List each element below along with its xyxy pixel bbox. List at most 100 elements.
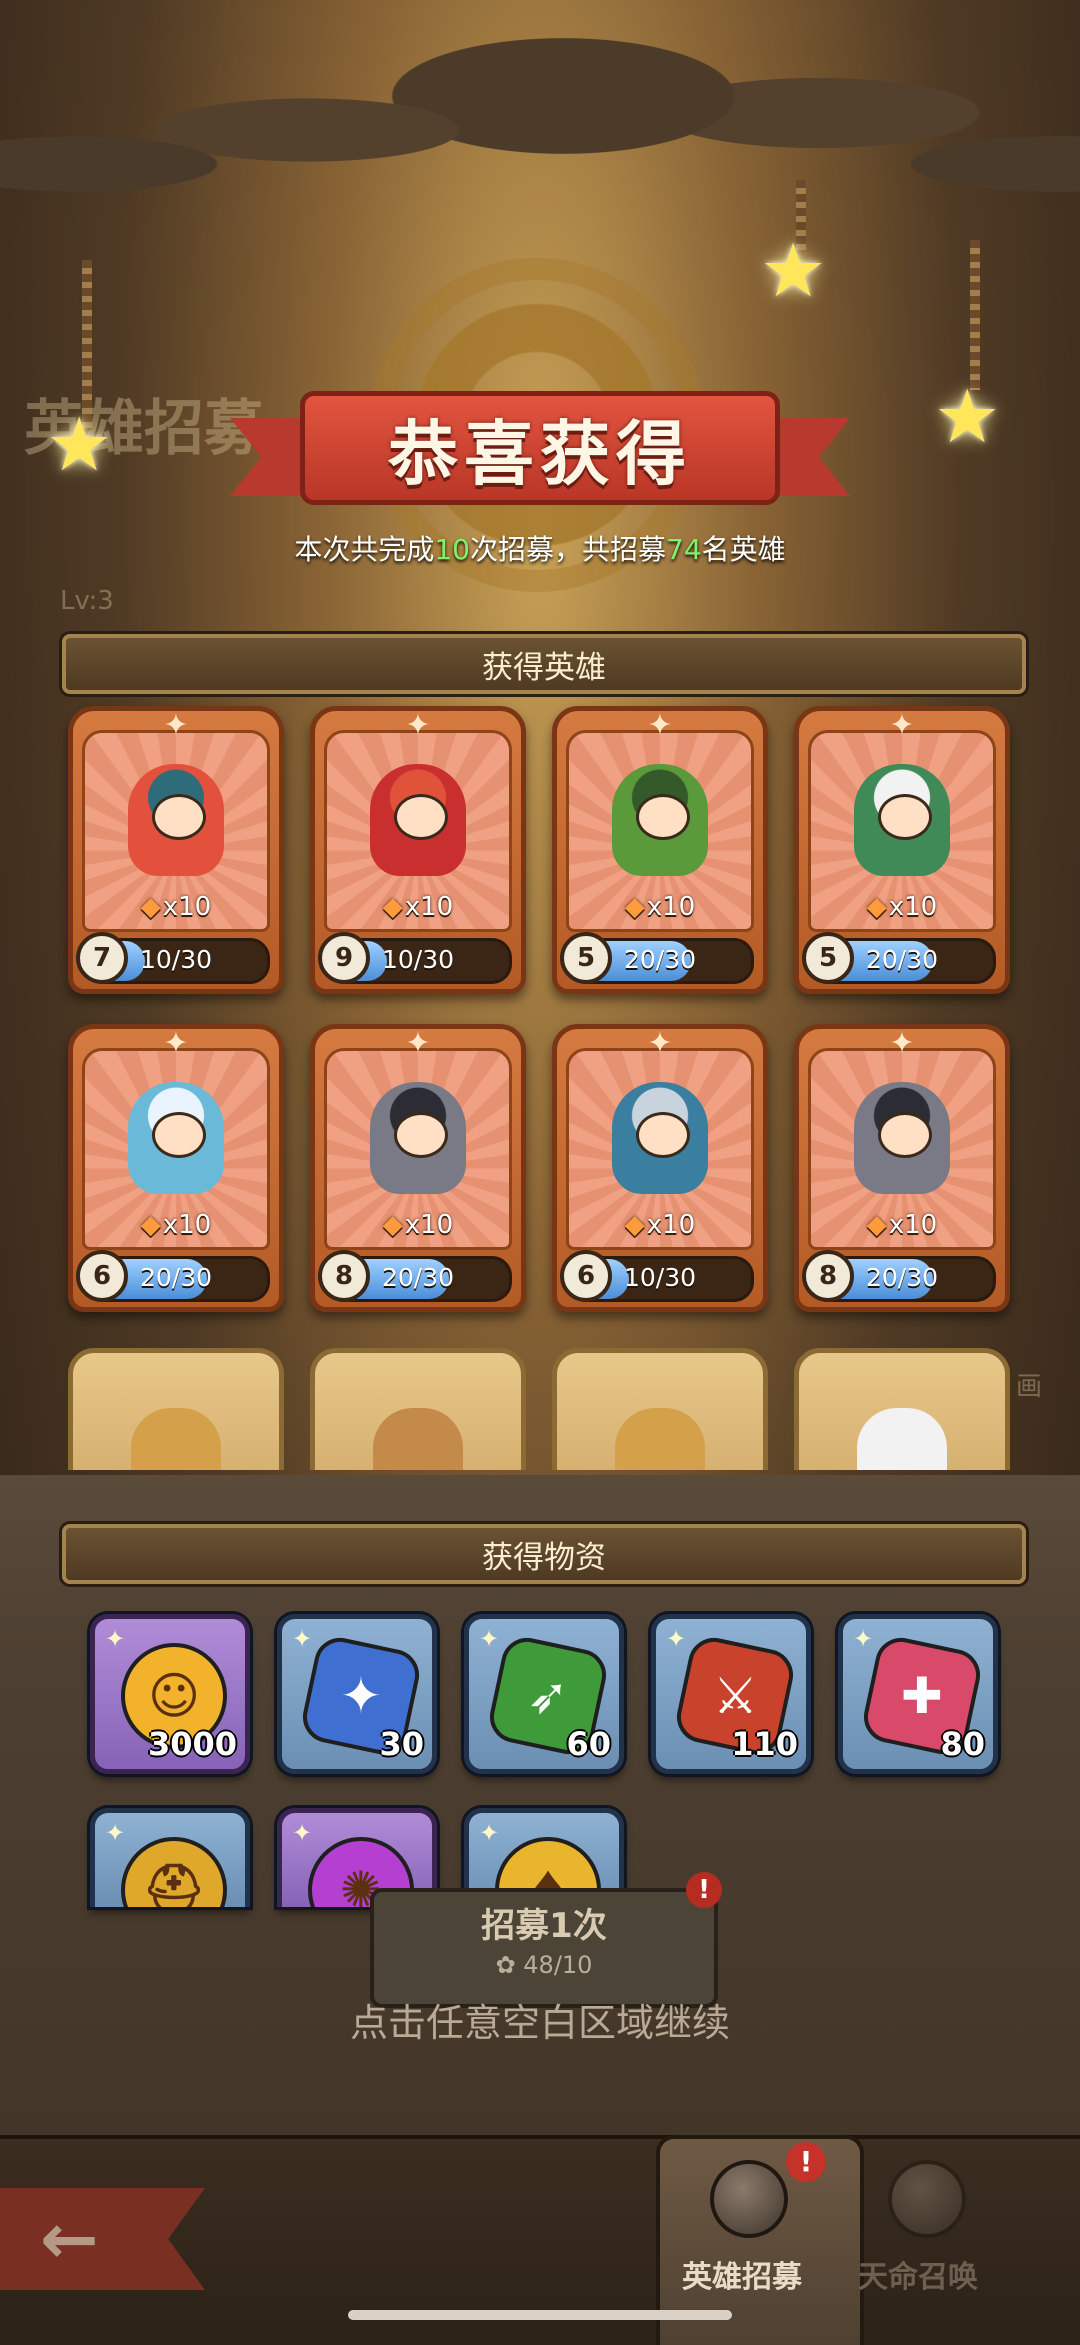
sparkle-icon: ✦ [105,1819,126,1847]
hero-count: ◆x10 [552,892,768,922]
sparkle-icon: ✦ [163,708,189,743]
hero-count-value: x10 [646,1210,696,1240]
hero-portrait [854,1082,950,1194]
section-items-header: 获得物资 [62,1524,1026,1584]
reward-item[interactable]: ✦ ✦ 30 [277,1614,437,1774]
shard-icon: ◆ [140,1210,161,1240]
reward-item[interactable]: ✦ ☺ 3000 [90,1614,250,1774]
level-badge: 7 [76,932,128,984]
item-glyph: ✦ [340,1667,382,1725]
sparkle-icon: ✦ [405,1026,431,1061]
section-heroes-header: 获得英雄 [62,634,1026,694]
hero-face [636,794,690,840]
level-badge: 8 [318,1250,370,1302]
title-text: 恭喜获得 [300,391,780,505]
hero-face [878,794,932,840]
hero-face [878,1112,932,1158]
helmet-coin-icon: ⛑ [121,1837,227,1907]
tab-destiny-summon[interactable]: 天命召唤 [858,2252,978,2296]
hero-card[interactable]: ✦ ◆x10 20/30 6 [68,1024,284,1312]
item-quantity: 30 [379,1725,424,1763]
sparkle-icon: ✦ [666,1625,687,1653]
star-icon: ★ [934,374,1001,460]
hero-card-partial[interactable] [310,1348,526,1470]
item-glyph: ⛑ [142,1860,206,1908]
hero-count-value: x10 [888,892,938,922]
item-glyph: ⚔ [712,1666,758,1725]
sparkle-icon: ✦ [105,1625,126,1653]
star-icon: ★ [46,402,113,488]
home-indicator [348,2310,732,2320]
hero-count: ◆x10 [794,892,1010,922]
hero-count-value: x10 [162,892,212,922]
item-glyph: ✚ [901,1667,943,1725]
hero-card[interactable]: ✦ ◆x10 20/30 5 [552,706,768,994]
continue-hint: 点击任意空白区域继续 [349,2001,730,2045]
level-badge: 6 [76,1250,128,1302]
recruit-once-button[interactable]: 招募1次 ✿ 48/10 ! [370,1872,722,2008]
sparkle-icon: ✦ [163,1026,189,1061]
sparkle-icon: ✦ [479,1625,500,1653]
hero-count: ◆x10 [68,892,284,922]
hero-card[interactable]: ✦ ◆x10 20/30 8 [310,1024,526,1312]
reward-item[interactable]: ✦ ✚ 80 [838,1614,998,1774]
item-quantity: 80 [940,1725,985,1763]
recruit-summary: 本次共完成10次招募，共招募74名英雄 [0,528,1080,568]
hero-portrait [373,1408,463,1470]
hero-portrait [854,764,950,876]
hero-card[interactable]: ✦ ◆x10 10/30 6 [552,1024,768,1312]
hero-card-partial[interactable] [68,1348,284,1470]
item-quantity: 60 [566,1725,611,1763]
bg-level-text: Lv:3 [60,586,114,616]
hero-card[interactable]: ✦ ◆x10 10/30 7 [68,706,284,994]
level-badge: 5 [560,932,612,984]
sparkle-icon: ✦ [647,1026,673,1061]
shard-icon: ◆ [624,892,645,922]
hero-count-value: x10 [404,892,454,922]
sparkle-icon: ✦ [479,1819,500,1847]
sparkle-icon: ✦ [889,1026,915,1061]
back-arrow-icon: ← [40,2198,99,2280]
summary-prefix: 本次共完成 [294,533,435,566]
hero-card-partial[interactable] [552,1348,768,1470]
recruit-cost-value: 48/10 [523,1951,593,1979]
hero-count: ◆x10 [310,892,526,922]
crystal-ball-icon [888,2160,966,2238]
hero-portrait [612,764,708,876]
hero-card-partial[interactable] [794,1348,1010,1470]
summary-suffix: 名英雄 [701,533,786,566]
hero-count: ◆x10 [552,1210,768,1240]
alert-badge-icon: ! [686,1872,722,1908]
hero-count-value: x10 [162,1210,212,1240]
hero-face [394,1112,448,1158]
hero-count-value: x10 [888,1210,938,1240]
reward-item[interactable]: ✦ ⚔ 110 [651,1614,811,1774]
hero-portrait [370,1082,466,1194]
bg-right-text: 画 [1016,1372,1043,1402]
shard-icon: ◆ [866,892,887,922]
hero-face [152,794,206,840]
hero-count: ◆x10 [794,1210,1010,1240]
reward-item[interactable]: ✦ ⛑ [90,1808,250,1907]
title-ribbon: 恭喜获得 [230,391,850,505]
sparkle-icon: ✦ [647,708,673,743]
recruit-count: 10 [434,533,470,566]
hero-face [636,1112,690,1158]
rope-right [970,240,980,390]
hero-card[interactable]: ✦ ◆x10 10/30 9 [310,706,526,994]
level-badge: 5 [802,932,854,984]
reward-item[interactable]: ✦ ➶ 60 [464,1614,624,1774]
recruit-cost: ✿ 48/10 [374,1951,714,1979]
shard-icon: ◆ [382,892,403,922]
item-quantity: 110 [731,1725,798,1763]
hero-face [152,1112,206,1158]
hero-count: ◆x10 [310,1210,526,1240]
hero-count: 74 [666,533,702,566]
sparkle-icon: ✦ [889,708,915,743]
hero-card[interactable]: ✦ ◆x10 20/30 8 [794,1024,1010,1312]
hero-portrait [615,1408,705,1470]
shard-icon: ◆ [140,892,161,922]
curtain-top [0,0,1080,300]
hero-card[interactable]: ✦ ◆x10 20/30 5 [794,706,1010,994]
item-glyph: ➶ [527,1667,569,1725]
